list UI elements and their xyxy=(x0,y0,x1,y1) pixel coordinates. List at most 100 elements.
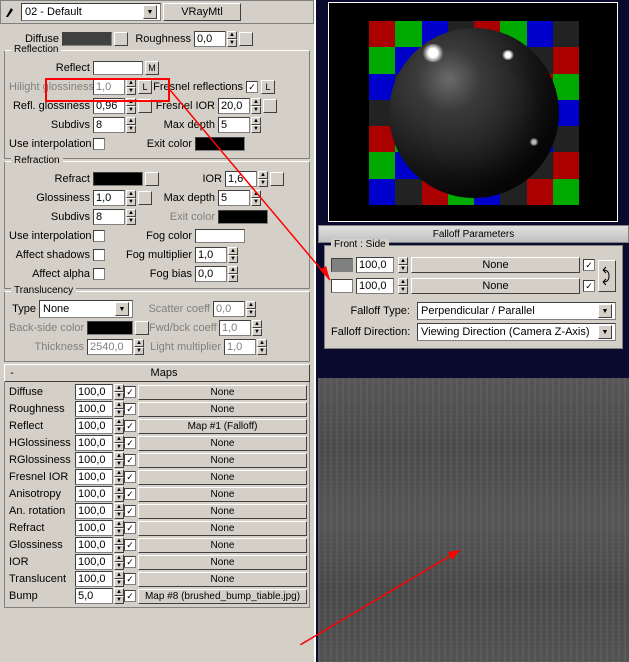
map-label: RGlossiness xyxy=(7,454,75,466)
side-swatch[interactable] xyxy=(331,279,353,293)
front-map-check[interactable]: ✓ xyxy=(583,259,595,271)
maps-list: Diffuse100,0▲▼✓NoneRoughness100,0▲▼✓None… xyxy=(4,382,310,608)
transl-type-dropdown[interactable]: None ▼ xyxy=(39,300,133,318)
map-slot-button[interactable]: None xyxy=(138,504,307,519)
map-slot-button[interactable]: None xyxy=(138,487,307,502)
map-amount-spinner[interactable]: 100,0 xyxy=(75,401,113,417)
map-enable-check[interactable]: ✓ xyxy=(124,539,136,551)
map-amount-spinner[interactable]: 100,0 xyxy=(75,503,113,519)
side-map-check[interactable]: ✓ xyxy=(583,280,595,292)
chevron-down-icon: ▼ xyxy=(143,5,157,19)
map-amount-spinner[interactable]: 100,0 xyxy=(75,554,113,570)
roughness-spinner-buttons[interactable]: ▲▼ xyxy=(227,31,237,47)
map-slot-button[interactable]: None xyxy=(138,470,307,485)
fresnel-l-button[interactable]: L xyxy=(261,80,275,94)
front-swatch[interactable] xyxy=(331,258,353,272)
map-slot-button[interactable]: None xyxy=(138,436,307,451)
fresnelior-spinner[interactable]: 20,0 xyxy=(218,98,250,114)
map-slot-button[interactable]: None xyxy=(138,538,307,553)
map-slot-button[interactable]: None xyxy=(138,521,307,536)
map-enable-check[interactable]: ✓ xyxy=(124,437,136,449)
hilight-spinner[interactable]: 1,0 xyxy=(93,79,125,95)
side-map-button[interactable]: None xyxy=(411,278,580,294)
map-enable-check[interactable]: ✓ xyxy=(124,471,136,483)
chevron-down-icon: ▼ xyxy=(598,325,612,339)
subdivs-spinner[interactable]: 8 xyxy=(93,117,125,133)
bump-texture-preview[interactable] xyxy=(318,378,629,662)
map-slot-button[interactable]: None xyxy=(138,385,307,400)
map-enable-check[interactable]: ✓ xyxy=(124,522,136,534)
fresnel-label: Fresnel reflections xyxy=(152,81,246,93)
fresnel-check[interactable]: ✓ xyxy=(246,81,258,93)
maps-rollout-header[interactable]: - Maps xyxy=(4,364,310,382)
map-amount-spinner[interactable]: 100,0 xyxy=(75,469,113,485)
map-row: IOR100,0▲▼✓None xyxy=(7,554,307,570)
exit-label: Exit color xyxy=(105,138,195,150)
diffuse-swatch[interactable] xyxy=(62,32,112,46)
roughness-label: Roughness xyxy=(128,33,194,45)
map-slot-button[interactable]: None xyxy=(138,572,307,587)
map-enable-check[interactable]: ✓ xyxy=(124,454,136,466)
map-row: RGlossiness100,0▲▼✓None xyxy=(7,452,307,468)
roughness-spinner[interactable]: 0,0 xyxy=(194,31,226,47)
map-enable-check[interactable]: ✓ xyxy=(124,505,136,517)
map-amount-spinner[interactable]: 100,0 xyxy=(75,384,113,400)
map-slot-button[interactable]: None xyxy=(138,402,307,417)
reflection-group: Reflection Reflect M Hilight glossiness … xyxy=(4,50,310,159)
maxdepth-spinner[interactable]: 5 xyxy=(218,117,250,133)
map-row: Refract100,0▲▼✓None xyxy=(7,520,307,536)
swap-button[interactable] xyxy=(598,260,616,292)
map-label: Anisotropy xyxy=(7,488,75,500)
diffuse-map-button[interactable] xyxy=(114,32,128,46)
map-slot-button[interactable]: None xyxy=(138,453,307,468)
map-enable-check[interactable]: ✓ xyxy=(124,420,136,432)
roughness-map-button[interactable] xyxy=(239,32,253,46)
reflect-map-button[interactable]: M xyxy=(145,61,159,75)
map-amount-spinner[interactable]: 100,0 xyxy=(75,435,113,451)
map-amount-spinner[interactable]: 100,0 xyxy=(75,520,113,536)
map-enable-check[interactable]: ✓ xyxy=(124,556,136,568)
material-editor-panel: 02 - Default ▼ VRayMtl Diffuse Roughness… xyxy=(0,0,316,662)
alpha-check[interactable] xyxy=(93,268,105,280)
exit-swatch[interactable] xyxy=(195,137,245,151)
interp-label: Use interpolation xyxy=(9,138,93,150)
falloff-dir-dropdown[interactable]: Viewing Direction (Camera Z-Axis) ▼ xyxy=(417,323,616,341)
falloff-type-dropdown[interactable]: Perpendicular / Parallel ▼ xyxy=(417,302,616,320)
reflect-swatch[interactable] xyxy=(93,61,143,75)
reflgloss-map-button[interactable] xyxy=(138,99,152,113)
map-slot-button[interactable]: Map #8 (brushed_bump_tiable.jpg) xyxy=(138,589,307,604)
interp-check[interactable] xyxy=(93,138,105,150)
map-enable-check[interactable]: ✓ xyxy=(124,403,136,415)
shadows-check[interactable] xyxy=(93,249,105,261)
fog-swatch[interactable] xyxy=(195,229,245,243)
map-row: Reflect100,0▲▼✓Map #1 (Falloff) xyxy=(7,418,307,434)
map-enable-check[interactable]: ✓ xyxy=(124,573,136,585)
map-label: Diffuse xyxy=(7,386,75,398)
refr-exit-swatch[interactable] xyxy=(218,210,268,224)
map-label: Translucent xyxy=(7,573,75,585)
map-amount-spinner[interactable]: 5,0 xyxy=(75,588,113,604)
map-slot-button[interactable]: None xyxy=(138,555,307,570)
material-type-button[interactable]: VRayMtl xyxy=(163,3,241,21)
refr-interp-check[interactable] xyxy=(93,230,105,242)
material-slot-dropdown[interactable]: 02 - Default ▼ xyxy=(21,3,161,21)
refract-swatch[interactable] xyxy=(93,172,143,186)
map-amount-spinner[interactable]: 100,0 xyxy=(75,486,113,502)
back-swatch[interactable] xyxy=(87,321,133,335)
map-enable-check[interactable]: ✓ xyxy=(124,488,136,500)
pick-icon[interactable] xyxy=(3,4,19,20)
material-preview[interactable] xyxy=(328,2,618,222)
map-amount-spinner[interactable]: 100,0 xyxy=(75,452,113,468)
map-enable-check[interactable]: ✓ xyxy=(124,590,136,602)
right-panel: Falloff Parameters Front : Side 100,0 ▲▼… xyxy=(318,0,629,662)
map-slot-button[interactable]: Map #1 (Falloff) xyxy=(138,419,307,434)
map-amount-spinner[interactable]: 100,0 xyxy=(75,418,113,434)
map-enable-check[interactable]: ✓ xyxy=(124,386,136,398)
map-row: Anisotropy100,0▲▼✓None xyxy=(7,486,307,502)
map-amount-spinner[interactable]: 100,0 xyxy=(75,571,113,587)
map-row: Fresnel IOR100,0▲▼✓None xyxy=(7,469,307,485)
map-amount-spinner[interactable]: 100,0 xyxy=(75,537,113,553)
l-button[interactable]: L xyxy=(138,80,152,94)
front-map-button[interactable]: None xyxy=(411,257,580,273)
reflgloss-spinner[interactable]: 0,96 xyxy=(93,98,125,114)
